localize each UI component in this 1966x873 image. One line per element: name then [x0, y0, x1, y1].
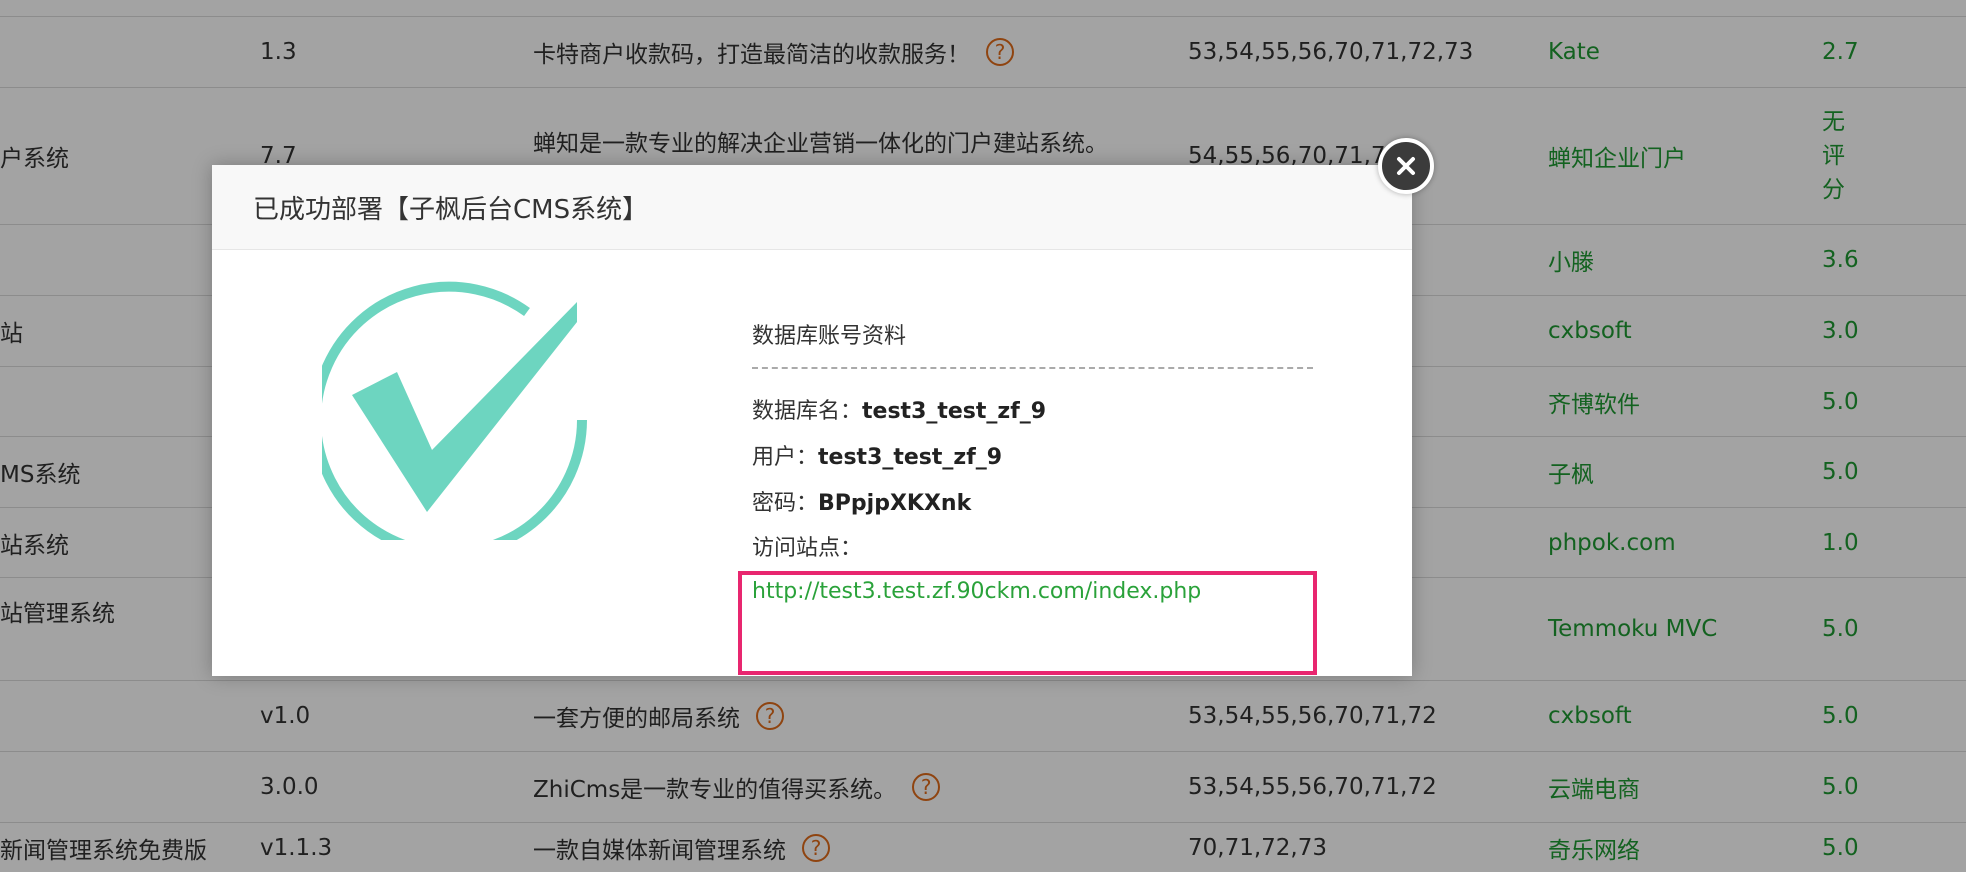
- site-url-link[interactable]: http://test3.test.zf.90ckm.com/index.php: [752, 579, 1201, 604]
- dialog-header: 已成功部署【子枫后台CMS系统】: [212, 165, 1412, 250]
- db-user-value: test3_test_zf_9: [818, 445, 1003, 470]
- db-user-row: 用户：test3_test_zf_9: [752, 439, 1002, 471]
- db-password-value: BPpjpXKXnk: [818, 491, 972, 516]
- dialog-title: 已成功部署【子枫后台CMS系统】: [253, 194, 649, 225]
- close-button[interactable]: [1378, 138, 1434, 194]
- db-name-row: 数据库名：test3_test_zf_9: [752, 393, 1046, 425]
- db-user-label: 用户：: [752, 445, 819, 470]
- dashed-divider: [752, 367, 1313, 369]
- db-name-label: 数据库名：: [752, 399, 863, 424]
- deploy-success-dialog: 已成功部署【子枫后台CMS系统】 数据库账号资料 数据库名：test3_test…: [212, 138, 1434, 676]
- check-circle-icon: [322, 281, 587, 540]
- db-info-heading: 数据库账号资料: [752, 324, 907, 349]
- db-name-value: test3_test_zf_9: [862, 399, 1047, 424]
- close-icon: [1397, 157, 1415, 175]
- db-password-row: 密码：BPpjpXKXnk: [752, 485, 971, 517]
- db-password-label: 密码：: [752, 491, 819, 516]
- site-label: 访问站点：: [752, 536, 863, 561]
